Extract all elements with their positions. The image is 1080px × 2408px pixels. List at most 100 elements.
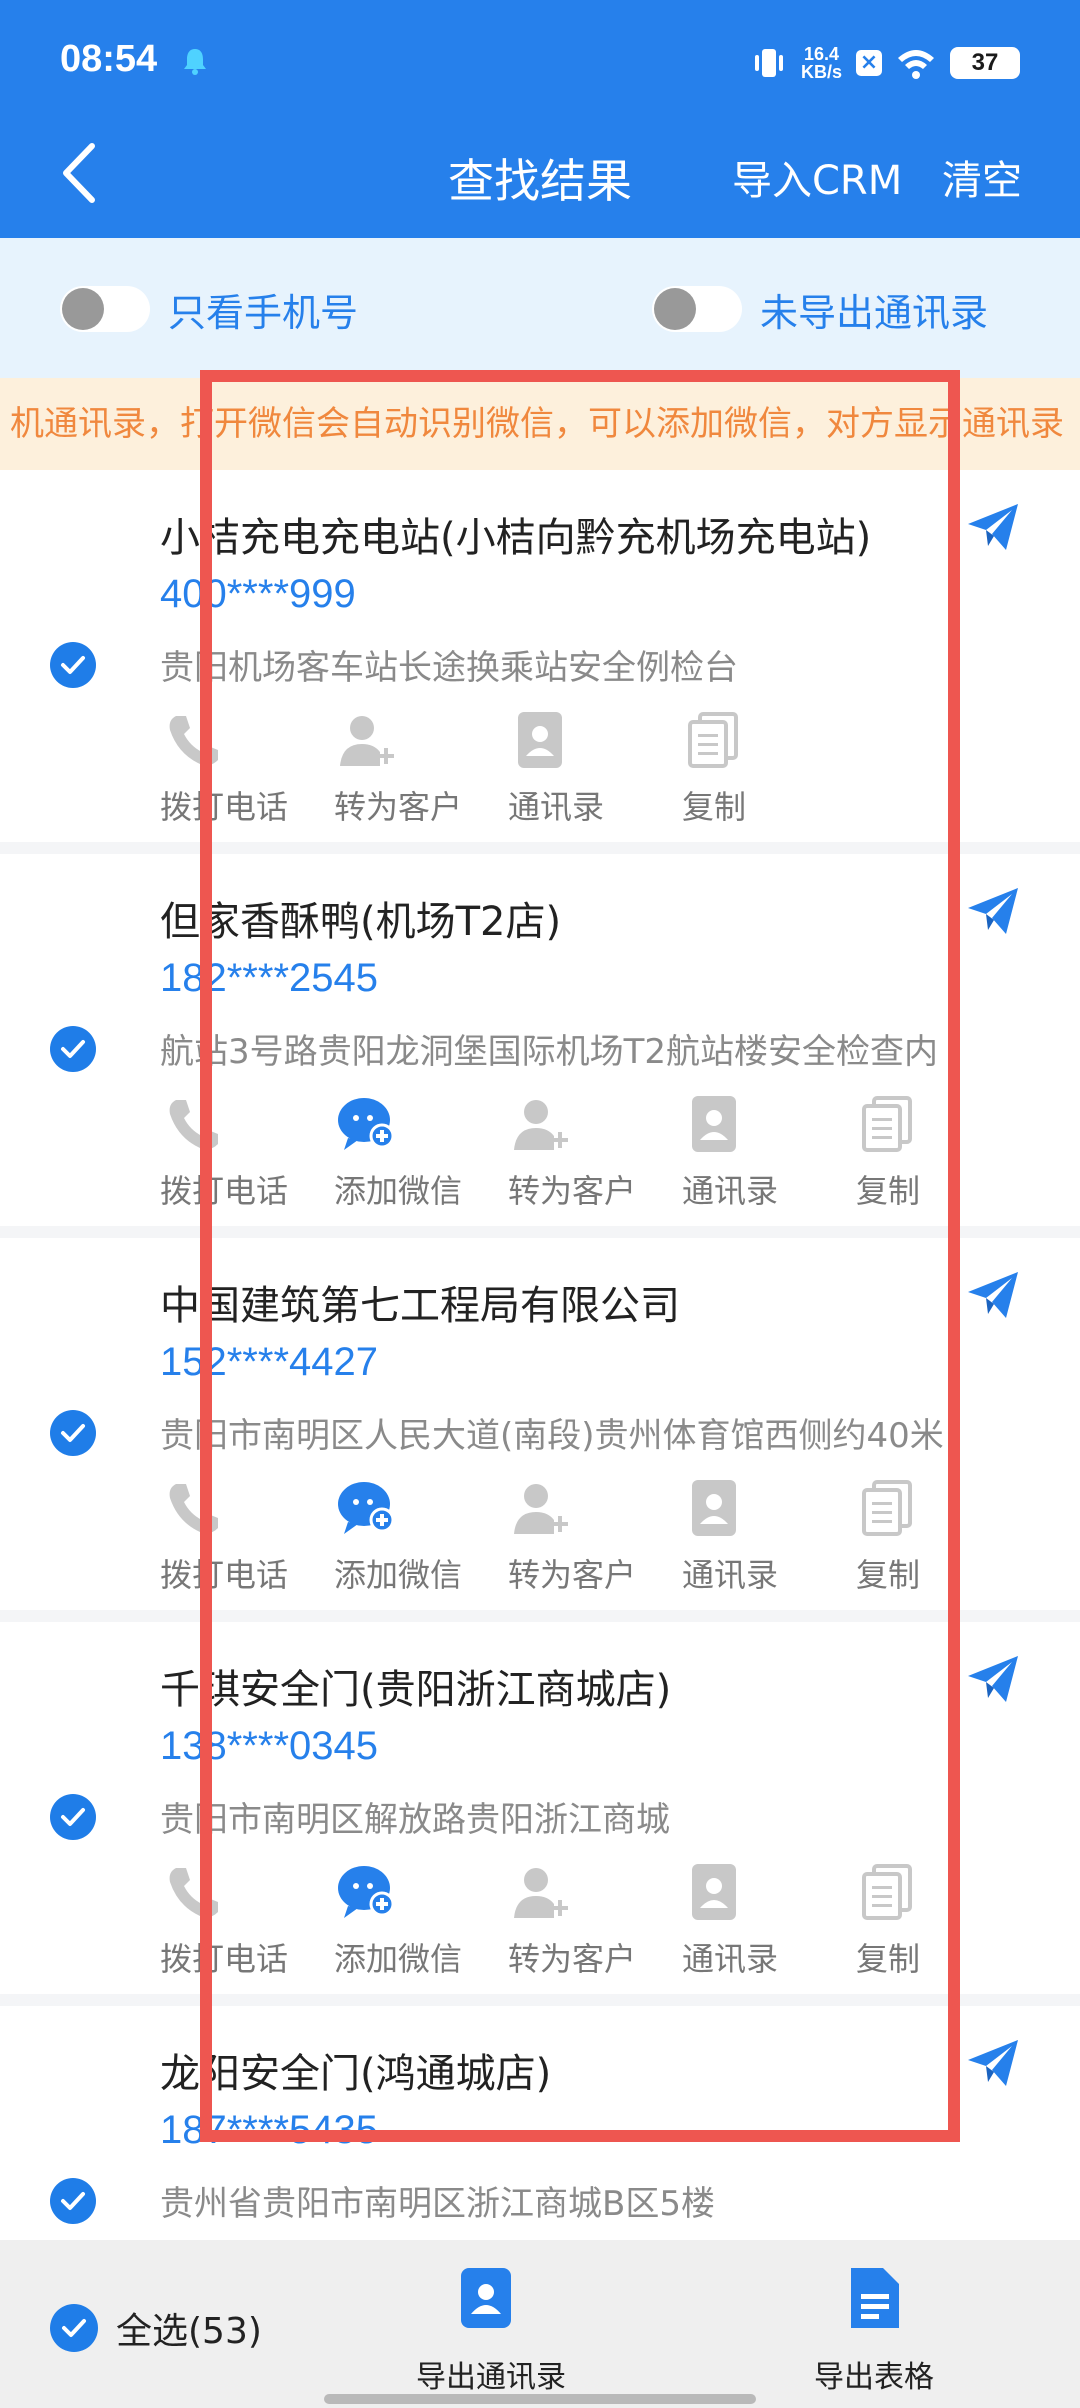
export-sheet-icon — [851, 2268, 899, 2328]
action-phone[interactable]: 拨打电话 — [160, 1094, 334, 1210]
select-all-control[interactable]: 全选(53) — [50, 2302, 262, 2354]
action-label: 转为客户 — [508, 1556, 637, 1594]
export-contacts-icon — [461, 2268, 511, 2328]
phone-icon — [160, 1862, 224, 1922]
add-customer-icon — [508, 1478, 572, 1538]
send-icon[interactable] — [966, 1270, 1020, 1320]
card-phone[interactable]: 138****0345 — [160, 1724, 378, 1769]
select-all-label: 全选(53) — [116, 2311, 262, 2352]
send-icon[interactable] — [966, 1654, 1020, 1704]
card-address: 贵阳市南明区解放路贵阳浙江商城 — [160, 1800, 670, 1840]
action-phone[interactable]: 拨打电话 — [160, 710, 334, 826]
action-copy[interactable]: 复制 — [856, 1862, 1030, 1978]
result-card[interactable]: 中国建筑第七工程局有限公司 152****4427 贵阳市南明区人民大道(南段)贵州… — [0, 1238, 1080, 1610]
select-checkbox[interactable] — [50, 1794, 96, 1840]
card-actions: 拨打电话 添加微信 转为客户 通讯录 复制 — [160, 1478, 1030, 1594]
toggle-knob — [62, 288, 104, 330]
clear-button[interactable]: 清空 — [942, 148, 1022, 206]
copy-icon — [682, 710, 746, 770]
result-card[interactable]: 龙阳安全门(鸿通城店) 187****5435 贵州省贵阳市南明区浙江商城B区5楼 — [0, 2006, 1080, 2240]
action-contacts[interactable]: 通讯录 — [508, 710, 682, 826]
action-add-customer[interactable]: 转为客户 — [508, 1478, 682, 1594]
select-all-checkbox[interactable] — [50, 2304, 98, 2352]
card-actions: 拨打电话 添加微信 转为客户 通讯录 复制 — [160, 1862, 1030, 1978]
send-icon[interactable] — [966, 502, 1020, 552]
network-speed: 16.4 KB/s — [800, 44, 842, 82]
action-label: 添加微信 — [334, 1556, 463, 1594]
result-card[interactable]: 千琪安全门(贵阳浙江商城店) 138****0345 贵阳市南明区解放路贵阳浙江商城… — [0, 1622, 1080, 1994]
action-label: 复制 — [856, 1940, 921, 1978]
action-label: 通讯录 — [508, 788, 605, 826]
action-label: 通讯录 — [682, 1172, 779, 1210]
action-label: 拨打电话 — [160, 1556, 289, 1594]
action-add-customer[interactable]: 转为客户 — [508, 1094, 682, 1210]
not-exported-label[interactable]: 未导出通讯录 — [760, 282, 988, 337]
action-phone[interactable]: 拨打电话 — [160, 1862, 334, 1978]
home-indicator[interactable] — [324, 2394, 756, 2404]
action-copy[interactable]: 复制 — [856, 1094, 1030, 1210]
vibrate-icon — [754, 49, 783, 77]
select-checkbox[interactable] — [50, 1410, 96, 1456]
card-phone[interactable]: 182****2545 — [160, 956, 378, 1001]
select-checkbox[interactable] — [50, 1026, 96, 1072]
filter-bar: 只看手机号 未导出通讯录 — [0, 238, 1080, 378]
action-label: 通讯录 — [682, 1940, 779, 1978]
card-title: 龙阳安全门(鸿通城店) — [160, 2051, 552, 2097]
action-wechat-add[interactable]: 添加微信 — [334, 1478, 508, 1594]
phone-only-toggle[interactable] — [60, 286, 150, 332]
select-checkbox[interactable] — [50, 642, 96, 688]
action-contacts[interactable]: 通讯录 — [682, 1862, 856, 1978]
send-icon[interactable] — [966, 886, 1020, 936]
action-contacts[interactable]: 通讯录 — [682, 1094, 856, 1210]
send-icon[interactable] — [966, 2038, 1020, 2088]
action-phone[interactable]: 拨打电话 — [160, 1478, 334, 1594]
result-list[interactable]: 小桔充电充电站(小桔向黔充机场充电站) 400****999 贵阳机场客车站长途换乘… — [0, 470, 1080, 2240]
export-sheet-button[interactable]: 导出表格 — [814, 2266, 934, 2396]
toggle-knob — [654, 288, 696, 330]
card-address: 贵阳市南明区人民大道(南段)贵州体育馆西侧约40米 — [160, 1416, 944, 1456]
copy-icon — [856, 1478, 920, 1538]
action-wechat-add[interactable]: 添加微信 — [334, 1094, 508, 1210]
export-contacts-button[interactable]: 导出通讯录 — [416, 2266, 566, 2396]
card-actions: 拨打电话 添加微信 转为客户 通讯录 复制 — [160, 1094, 1030, 1210]
contacts-icon — [682, 1862, 746, 1922]
result-card[interactable]: 小桔充电充电站(小桔向黔充机场充电站) 400****999 贵阳机场客车站长途换乘… — [0, 470, 1080, 842]
select-checkbox[interactable] — [50, 2178, 96, 2224]
action-label: 拨打电话 — [160, 1940, 289, 1978]
contacts-icon — [508, 710, 572, 770]
action-contacts[interactable]: 通讯录 — [682, 1478, 856, 1594]
card-title: 中国建筑第七工程局有限公司 — [160, 1283, 680, 1329]
add-customer-icon — [508, 1094, 572, 1154]
action-label: 添加微信 — [334, 1940, 463, 1978]
copy-icon — [856, 1862, 920, 1922]
contacts-icon — [682, 1094, 746, 1154]
card-phone[interactable]: 152****4427 — [160, 1340, 378, 1385]
action-label: 添加微信 — [334, 1172, 463, 1210]
status-time: 08:54 — [60, 38, 158, 80]
card-actions: 拨打电话 转为客户 通讯录 复制 — [160, 710, 856, 826]
card-title: 千琪安全门(贵阳浙江商城店) — [160, 1667, 672, 1713]
result-card[interactable]: 但家香酥鸭(机场T2店) 182****2545 航站3号路贵阳龙洞堡国际机场T2航… — [0, 854, 1080, 1226]
action-add-customer[interactable]: 转为客户 — [508, 1862, 682, 1978]
action-label: 复制 — [682, 788, 747, 826]
action-label: 拨打电话 — [160, 788, 289, 826]
battery-indicator: 37 — [950, 47, 1020, 79]
action-copy[interactable]: 复制 — [856, 1478, 1030, 1594]
wechat-add-icon — [334, 1094, 398, 1154]
action-label: 转为客户 — [334, 788, 463, 826]
phone-icon — [160, 710, 224, 770]
import-crm-button[interactable]: 导入CRM — [732, 148, 902, 206]
card-phone[interactable]: 400****999 — [160, 572, 356, 617]
app-header: 08:54 16.4 KB/s × 37 查找结果 导入CRM 清空 — [0, 0, 1080, 238]
action-wechat-add[interactable]: 添加微信 — [334, 1862, 508, 1978]
card-title: 但家香酥鸭(机场T2店) — [160, 899, 562, 945]
action-label: 转为客户 — [508, 1172, 637, 1210]
action-add-customer[interactable]: 转为客户 — [334, 710, 508, 826]
phone-only-label[interactable]: 只看手机号 — [168, 282, 358, 337]
not-exported-toggle[interactable] — [652, 286, 742, 332]
action-copy[interactable]: 复制 — [682, 710, 856, 826]
status-icons: 16.4 KB/s × 37 — [751, 38, 1020, 88]
card-title: 小桔充电充电站(小桔向黔充机场充电站) — [160, 515, 872, 561]
card-phone[interactable]: 187****5435 — [160, 2108, 378, 2153]
action-label: 转为客户 — [508, 1940, 637, 1978]
